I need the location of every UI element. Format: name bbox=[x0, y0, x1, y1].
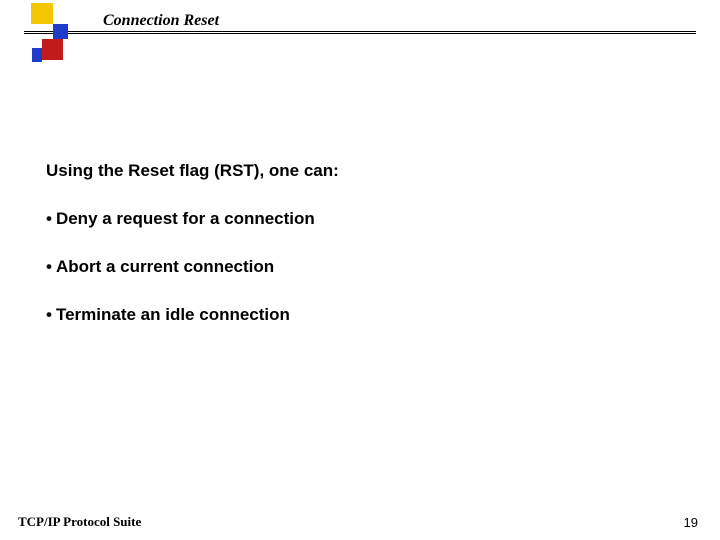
square-red-icon bbox=[42, 39, 63, 60]
body-content: Using the Reset flag (RST), one can: •De… bbox=[46, 160, 666, 352]
list-item-label: Terminate an idle connection bbox=[56, 305, 290, 324]
square-blue-left-icon bbox=[32, 48, 42, 62]
list-item-label: Deny a request for a connection bbox=[56, 209, 315, 228]
list-item: •Deny a request for a connection bbox=[46, 208, 666, 230]
list-item: •Abort a current connection bbox=[46, 256, 666, 278]
footer-text: TCP/IP Protocol Suite bbox=[18, 514, 141, 530]
corner-decoration bbox=[24, 0, 84, 80]
page-number: 19 bbox=[684, 515, 698, 530]
bullet-icon: • bbox=[46, 209, 52, 228]
bullet-icon: • bbox=[46, 257, 52, 276]
square-blue-top-icon bbox=[53, 24, 68, 39]
page-title: Connection Reset bbox=[103, 12, 219, 30]
square-yellow-icon bbox=[31, 3, 53, 24]
title-divider-rule bbox=[24, 31, 696, 34]
bullet-list: •Deny a request for a connection •Abort … bbox=[46, 208, 666, 326]
slide: Connection Reset Using the Reset flag (R… bbox=[0, 0, 720, 540]
list-item-label: Abort a current connection bbox=[56, 257, 274, 276]
intro-text: Using the Reset flag (RST), one can: bbox=[46, 160, 666, 182]
bullet-icon: • bbox=[46, 305, 52, 324]
list-item: •Terminate an idle connection bbox=[46, 304, 666, 326]
